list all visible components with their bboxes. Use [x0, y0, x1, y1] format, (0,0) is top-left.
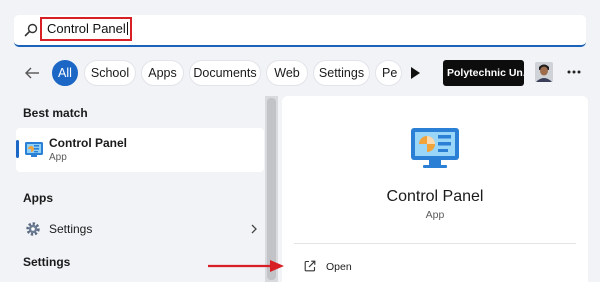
back-arrow-icon[interactable]	[24, 66, 40, 80]
organization-badge[interactable]: Polytechnic Un...	[443, 60, 524, 86]
detail-pane: Control Panel App Open	[282, 96, 588, 282]
gear-icon	[26, 222, 40, 236]
divider	[294, 243, 576, 244]
best-match-subtitle: App	[49, 152, 67, 163]
control-panel-icon	[25, 142, 43, 157]
search-bar[interactable]: Control Panel	[14, 15, 586, 47]
filter-chip-school[interactable]: School	[84, 60, 136, 86]
filter-chip-all[interactable]: All	[52, 60, 78, 86]
filter-row: All School Apps Documents Web Settings P…	[0, 58, 600, 88]
avatar[interactable]	[535, 62, 553, 82]
filter-chip-apps[interactable]: Apps	[141, 60, 184, 86]
app-item-label: Settings	[49, 222, 93, 236]
detail-title: Control Panel	[386, 188, 484, 205]
filter-chip-settings[interactable]: Settings	[313, 60, 370, 86]
best-match-item[interactable]: Control Panel App	[16, 128, 264, 172]
chevron-right-icon[interactable]	[250, 224, 258, 234]
ellipsis-icon[interactable]	[567, 70, 581, 74]
filter-chip-people[interactable]: Pe	[375, 60, 402, 86]
scrollbar-thumb[interactable]	[267, 98, 276, 280]
annotation-arrow-icon	[208, 260, 284, 272]
search-query-text: Control Panel	[47, 21, 126, 36]
best-match-heading: Best match	[23, 106, 88, 120]
selection-indicator	[16, 140, 19, 158]
filter-chip-web[interactable]: Web	[266, 60, 308, 86]
control-panel-icon	[411, 128, 459, 168]
best-match-title: Control Panel	[49, 136, 128, 150]
apps-heading: Apps	[23, 191, 53, 205]
results-list: Best match Control Panel App Apps Settin…	[0, 96, 280, 282]
filter-chip-documents[interactable]: Documents	[189, 60, 261, 86]
search-input[interactable]: Control Panel	[40, 17, 132, 41]
text-caret	[126, 22, 128, 35]
app-item-settings[interactable]: Settings	[16, 216, 264, 242]
open-action-label[interactable]: Open	[326, 261, 352, 273]
open-external-icon[interactable]	[304, 260, 316, 272]
search-icon	[24, 23, 38, 37]
play-icon[interactable]	[410, 67, 420, 79]
settings-heading: Settings	[23, 255, 71, 269]
detail-subtitle: App	[425, 209, 445, 221]
results-scrollbar[interactable]	[265, 96, 278, 282]
